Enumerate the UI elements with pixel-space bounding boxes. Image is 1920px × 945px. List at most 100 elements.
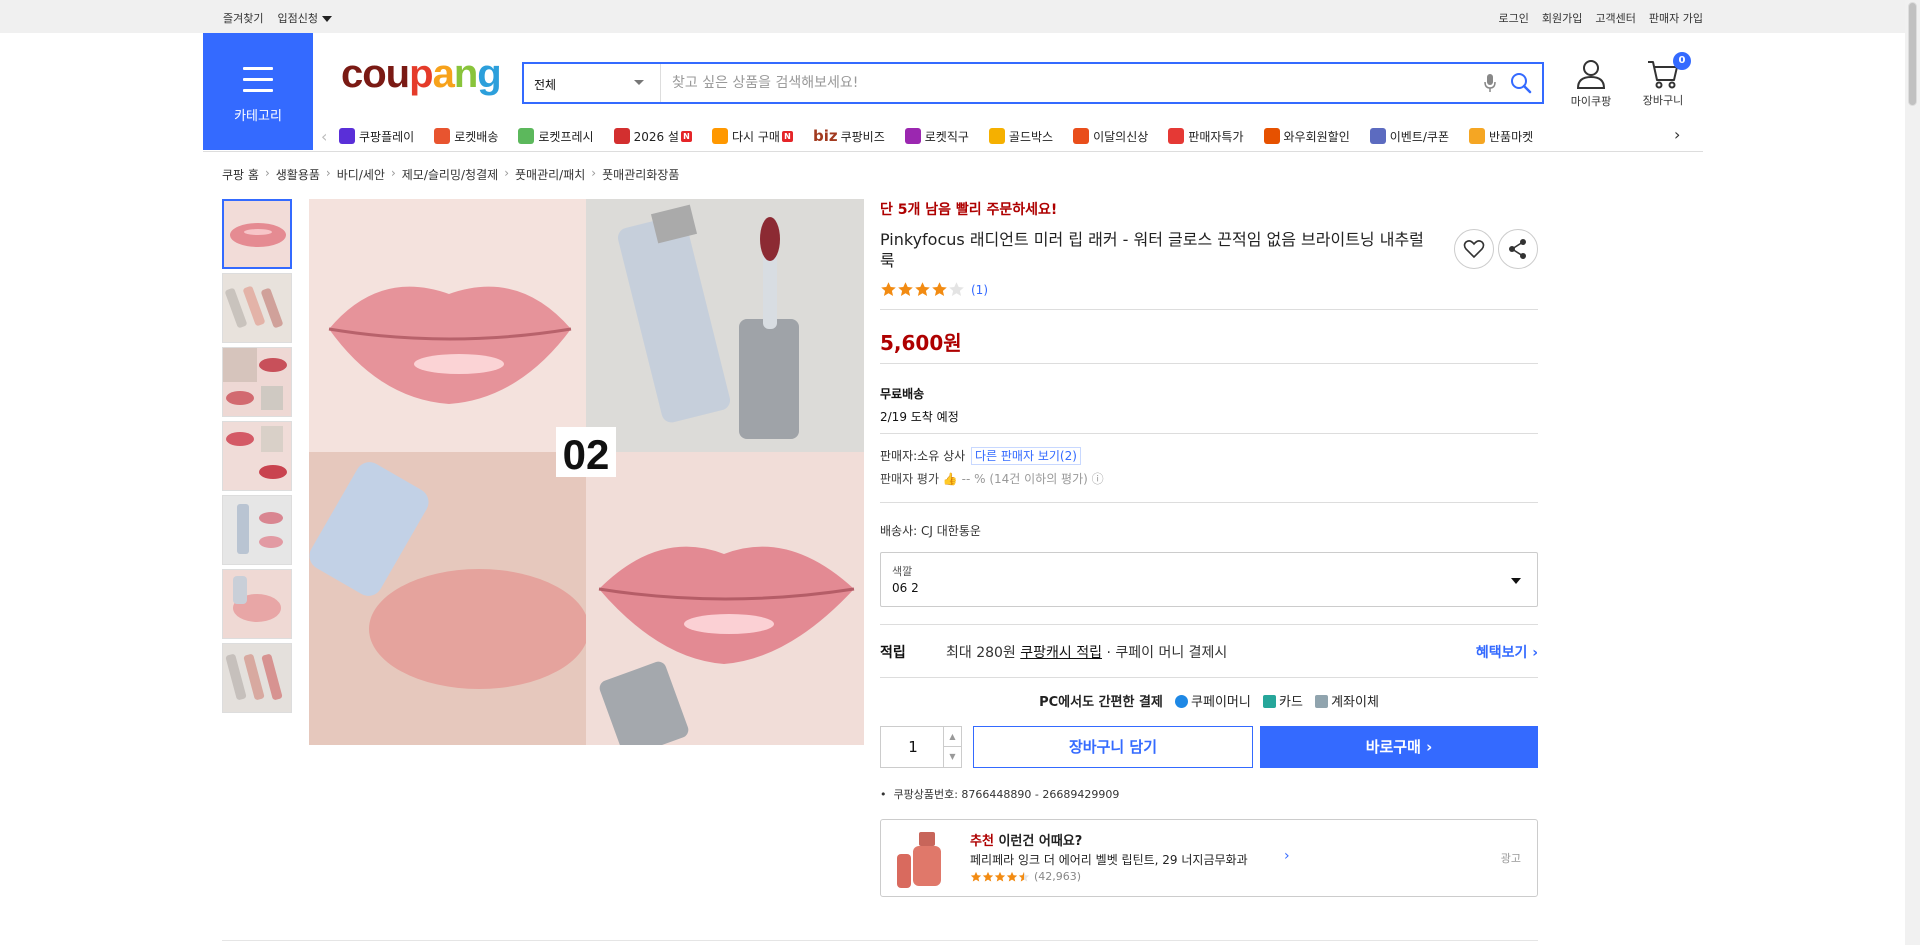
breadcrumb-item[interactable]: 풋매관리화장품 (602, 166, 679, 183)
breadcrumb-item[interactable]: 바디/세안 (337, 166, 385, 183)
logo-part: cou (341, 52, 410, 96)
benefits-link[interactable]: 혜택보기 › (1476, 642, 1538, 662)
thumbnail-image[interactable] (222, 421, 292, 491)
quantity-input[interactable]: 1 (881, 727, 945, 767)
buy-now-button[interactable]: 바로구매 › (1260, 726, 1538, 768)
favorites-link[interactable]: 즐겨찾기 (223, 10, 263, 26)
shortcut-item[interactable]: 판매자특가 (1168, 128, 1244, 145)
category-button[interactable]: 카테고리 (203, 33, 313, 150)
thumbnail-image[interactable] (222, 495, 292, 565)
review-count[interactable]: (1) (971, 283, 988, 297)
payment-methods: PC에서도 간편한 결제 쿠페이머니 카드 계좌이체 (880, 691, 1538, 710)
coupang-cash-link[interactable]: 쿠팡캐시 적립 (1020, 645, 1102, 661)
benefits-label: 혜택보기 (1475, 645, 1528, 661)
thumbnail-image[interactable] (222, 569, 292, 639)
thumbnail-image[interactable] (222, 199, 292, 269)
pay-method: 쿠페이머니 (1191, 695, 1251, 710)
top-utility-bar: 즐겨찾기 입점신청 로그인 회원가입 고객센터 판매자 가입 (0, 0, 1905, 33)
coupon-icon (1369, 128, 1386, 144)
wow-icon (1263, 128, 1280, 144)
option-value: 06 2 (892, 581, 919, 595)
chevron-down-icon (1511, 578, 1521, 584)
chevron-down-icon (634, 80, 644, 85)
option-key: 색깔 (892, 565, 913, 578)
logo-part: a (432, 52, 455, 96)
shortcut-label: 쿠팡플레이 (359, 129, 415, 144)
other-sellers-link[interactable]: 다른 판매자 보기(2) (970, 447, 1081, 465)
pay-method: 계좌이체 (1331, 695, 1379, 710)
home-icon (711, 128, 728, 144)
microphone-icon[interactable] (1484, 73, 1496, 93)
recommended-product-name[interactable]: 페리페라 잉크 더 에어리 벨벳 립틴트, 29 너지금무화과 (970, 851, 1275, 868)
shortcut-item[interactable]: 로켓배송 (434, 128, 498, 145)
add-to-cart-button[interactable]: 장바구니 담기 (973, 726, 1253, 768)
star-icon (915, 282, 930, 296)
shortcut-item[interactable]: 쿠팡플레이 (339, 128, 414, 145)
chevron-right-icon[interactable]: › (1284, 848, 1290, 864)
breadcrumb-item[interactable]: 제모/슬리밍/청결제 (402, 166, 498, 183)
info-icon[interactable]: ⓘ (1092, 472, 1104, 486)
main-product-image[interactable]: 02 (309, 199, 864, 745)
seller-name[interactable]: 소유 상사 (917, 449, 965, 463)
shortcut-item[interactable]: 이달의신상 (1073, 128, 1148, 145)
seller-signup-link[interactable]: 판매자 가입 (1649, 10, 1703, 26)
seller-info: 판매자:소유 상사 다른 판매자 보기(2) 판매자 평가 👍 -- % (14… (880, 447, 1104, 487)
breadcrumb-sep-icon: › (504, 166, 509, 180)
goldbox-icon (988, 128, 1005, 144)
shortcut-item[interactable]: 2026 설N (613, 128, 692, 145)
scrollbar-thumb[interactable] (1908, 2, 1917, 106)
cart-button[interactable]: 0 장바구니 (1635, 52, 1691, 108)
shortcut-item[interactable]: 로켓직구 (904, 128, 969, 145)
breadcrumb-item[interactable]: 생활용품 (276, 166, 320, 183)
search-input[interactable] (662, 64, 1462, 102)
breadcrumb-sep-icon: › (390, 166, 396, 180)
search-category-value: 전체 (534, 78, 557, 92)
mypage-button[interactable]: 마이쿠팡 (1563, 58, 1619, 109)
shortcut-item[interactable]: 와우회원할인 (1263, 128, 1350, 145)
scrollbar[interactable] (1905, 0, 1920, 945)
pay-method: 카드 (1279, 695, 1303, 710)
shortcut-nav: ‹ 쿠팡플레이 로켓배송 로켓프레시 2026 설 N 다시 구매 N biz 쿠팡비즈 로켓직구… (321, 124, 1701, 148)
search-category-select[interactable]: 전체 (524, 64, 661, 102)
breadcrumb-item[interactable]: 쿠팡 홈 (222, 166, 259, 183)
thumbnail-image[interactable] (222, 273, 292, 343)
thumbnail-image[interactable] (222, 347, 292, 417)
search-icon[interactable] (1510, 72, 1532, 94)
login-link[interactable]: 로그인 (1499, 10, 1529, 26)
heart-icon (1463, 240, 1485, 259)
product-id-label: 쿠팡상품번호: (893, 788, 958, 801)
shortcut-item[interactable]: 다시 구매 N (711, 128, 793, 145)
card-icon (1263, 695, 1276, 708)
quantity-up-icon[interactable]: ▲ (943, 727, 961, 747)
recommended-rating: (42,963) (970, 870, 1081, 883)
color-option-select[interactable]: 색깔 06 2 (880, 552, 1538, 607)
shortcut-item[interactable]: biz 쿠팡비즈 (813, 127, 885, 145)
product-rating[interactable]: (1) (880, 281, 988, 298)
shortcut-item[interactable]: 로켓프레시 (518, 128, 594, 145)
shortcut-item[interactable]: 반품마켓 (1469, 128, 1533, 145)
breadcrumb-sep-icon: › (264, 166, 270, 180)
logo-part: g (477, 52, 501, 96)
signup-link[interactable]: 회원가입 (1542, 10, 1582, 26)
coupay-money-icon (1175, 695, 1189, 708)
shortcut-item[interactable]: 골드박스 (988, 128, 1053, 145)
recommendation-card[interactable]: 추천 이런건 어때요? 페리페라 잉크 더 에어리 벨벳 립틴트, 29 너지금… (880, 819, 1538, 897)
thumbnail-image[interactable] (222, 643, 292, 713)
coupang-logo[interactable]: coupang (341, 52, 502, 97)
share-button[interactable] (1498, 229, 1538, 269)
reward-text: 최대 280원 쿠팡캐시 적립 · 쿠페이 머니 결제시 (946, 642, 1227, 662)
star-icon (1006, 871, 1018, 882)
divider (880, 433, 1538, 434)
breadcrumb-item[interactable]: 풋매관리/패치 (515, 166, 585, 183)
nav-next-icon[interactable]: › (1674, 125, 1680, 144)
support-link[interactable]: 고객센터 (1595, 10, 1635, 26)
nav-prev-icon[interactable]: ‹ (321, 127, 339, 146)
shortcut-label: 쿠팡비즈 (840, 129, 885, 144)
partner-link[interactable]: 입점신청 (277, 10, 332, 26)
shortcut-item[interactable]: 이벤트/쿠폰 (1369, 128, 1449, 145)
wishlist-button[interactable] (1454, 229, 1494, 269)
product-title: Pinkyfocus 래디언트 미러 립 래커 - 워터 글로스 끈적임 없음 … (880, 230, 1424, 270)
thumbnail-list (222, 199, 294, 717)
product-id-value: 8766448890 - 26689429909 (961, 788, 1120, 801)
quantity-down-icon[interactable]: ▼ (943, 747, 961, 767)
